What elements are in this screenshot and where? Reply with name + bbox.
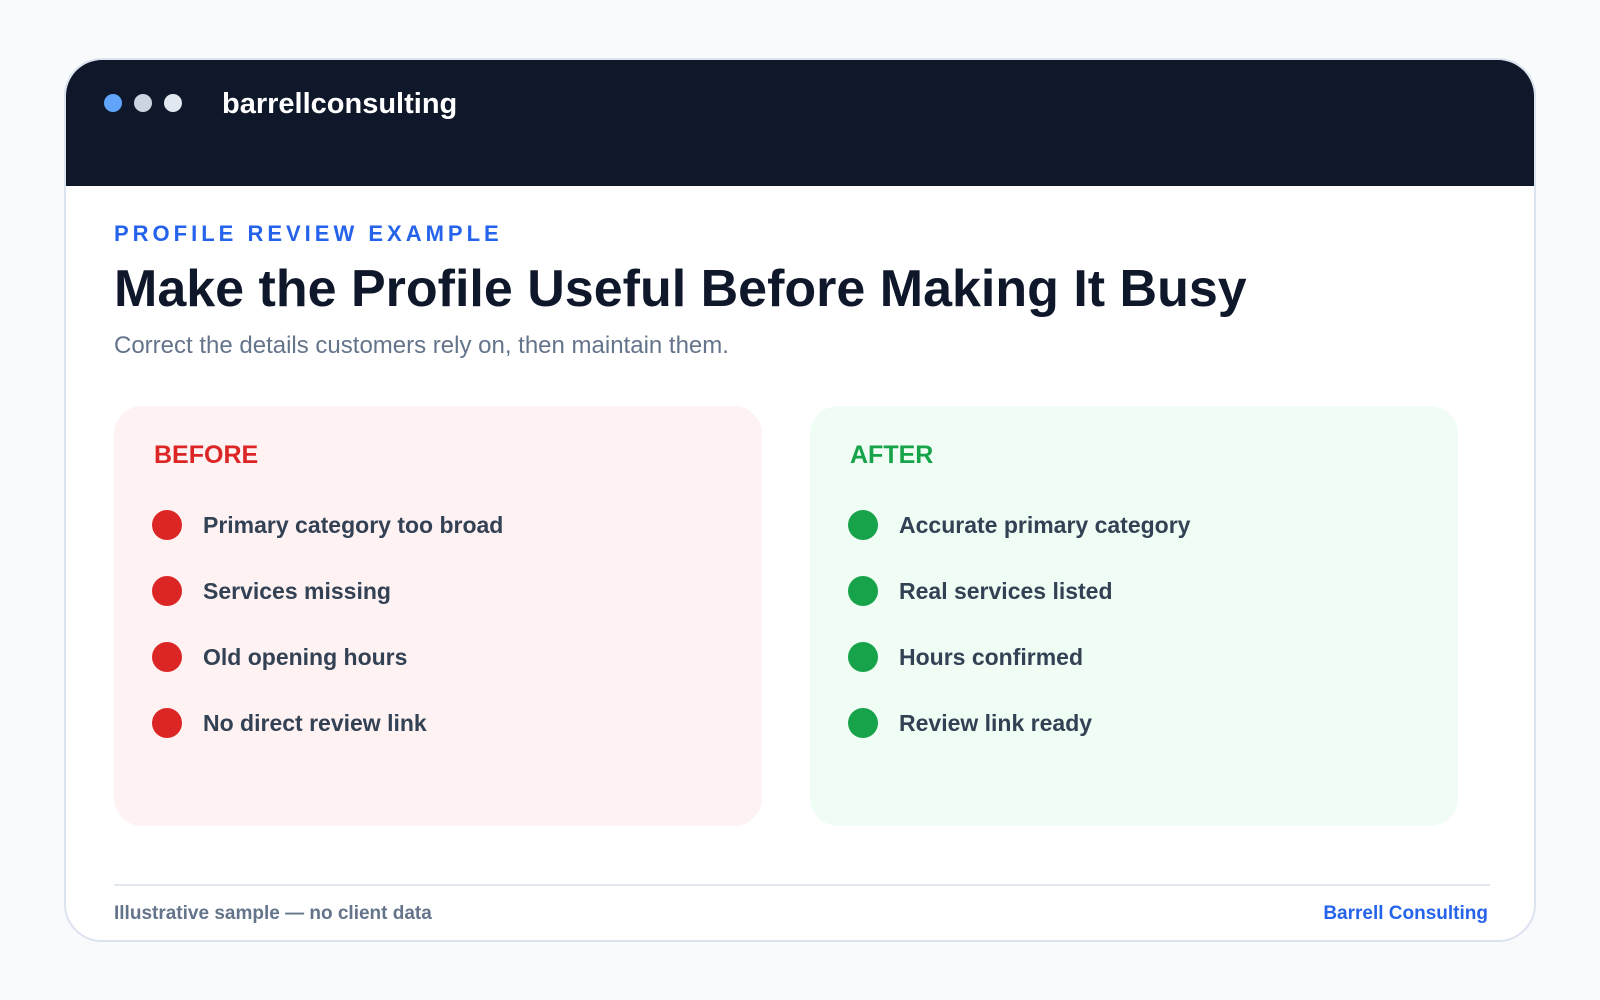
window-title: barrellconsulting bbox=[222, 88, 458, 120]
title-bar: barrellconsulting bbox=[66, 60, 1534, 186]
window-dot-icon[interactable] bbox=[104, 94, 122, 112]
after-list: Accurate primary category Real services … bbox=[848, 510, 1190, 774]
list-item: Review link ready bbox=[848, 708, 1190, 774]
list-item: Accurate primary category bbox=[848, 510, 1190, 576]
list-item-label: Hours confirmed bbox=[899, 644, 1084, 670]
list-item-label: Primary category too broad bbox=[203, 512, 504, 538]
list-item-label: Review link ready bbox=[899, 710, 1093, 736]
red-dot-icon bbox=[152, 576, 182, 606]
before-panel: BEFORE Primary category too broad Servic… bbox=[114, 406, 762, 826]
red-dot-icon bbox=[152, 708, 182, 738]
after-panel: AFTER Accurate primary category Real ser… bbox=[810, 406, 1458, 826]
green-dot-icon bbox=[848, 510, 878, 540]
list-item-label: No direct review link bbox=[203, 710, 427, 736]
page-title: Make the Profile Useful Before Making It… bbox=[114, 260, 1247, 318]
green-dot-icon bbox=[848, 576, 878, 606]
list-item: Primary category too broad bbox=[152, 510, 503, 576]
list-item: Services missing bbox=[152, 576, 503, 642]
after-heading: AFTER bbox=[850, 441, 934, 469]
list-item: No direct review link bbox=[152, 708, 503, 774]
footer-brand-link[interactable]: Barrell Consulting bbox=[1323, 902, 1488, 926]
window-dot-icon[interactable] bbox=[134, 94, 152, 112]
list-item-label: Accurate primary category bbox=[899, 512, 1191, 538]
footer-note: Illustrative sample — no client data bbox=[114, 903, 432, 924]
page-subtitle: Correct the details customers rely on, t… bbox=[114, 332, 729, 359]
list-item-label: Real services listed bbox=[899, 578, 1113, 604]
footer-divider bbox=[114, 884, 1490, 886]
list-item: Real services listed bbox=[848, 576, 1190, 642]
before-heading: BEFORE bbox=[154, 441, 259, 469]
eyebrow-label: PROFILE REVIEW EXAMPLE bbox=[114, 221, 503, 246]
list-item-label: Services missing bbox=[203, 578, 391, 604]
red-dot-icon bbox=[152, 510, 182, 540]
list-item-label: Old opening hours bbox=[203, 644, 408, 670]
browser-window: barrellconsulting PROFILE REVIEW EXAMPLE… bbox=[64, 58, 1536, 942]
window-dot-icon[interactable] bbox=[164, 94, 182, 112]
before-list: Primary category too broad Services miss… bbox=[152, 510, 503, 774]
red-dot-icon bbox=[152, 642, 182, 672]
list-item: Hours confirmed bbox=[848, 642, 1190, 708]
list-item: Old opening hours bbox=[152, 642, 503, 708]
green-dot-icon bbox=[848, 708, 878, 738]
green-dot-icon bbox=[848, 642, 878, 672]
